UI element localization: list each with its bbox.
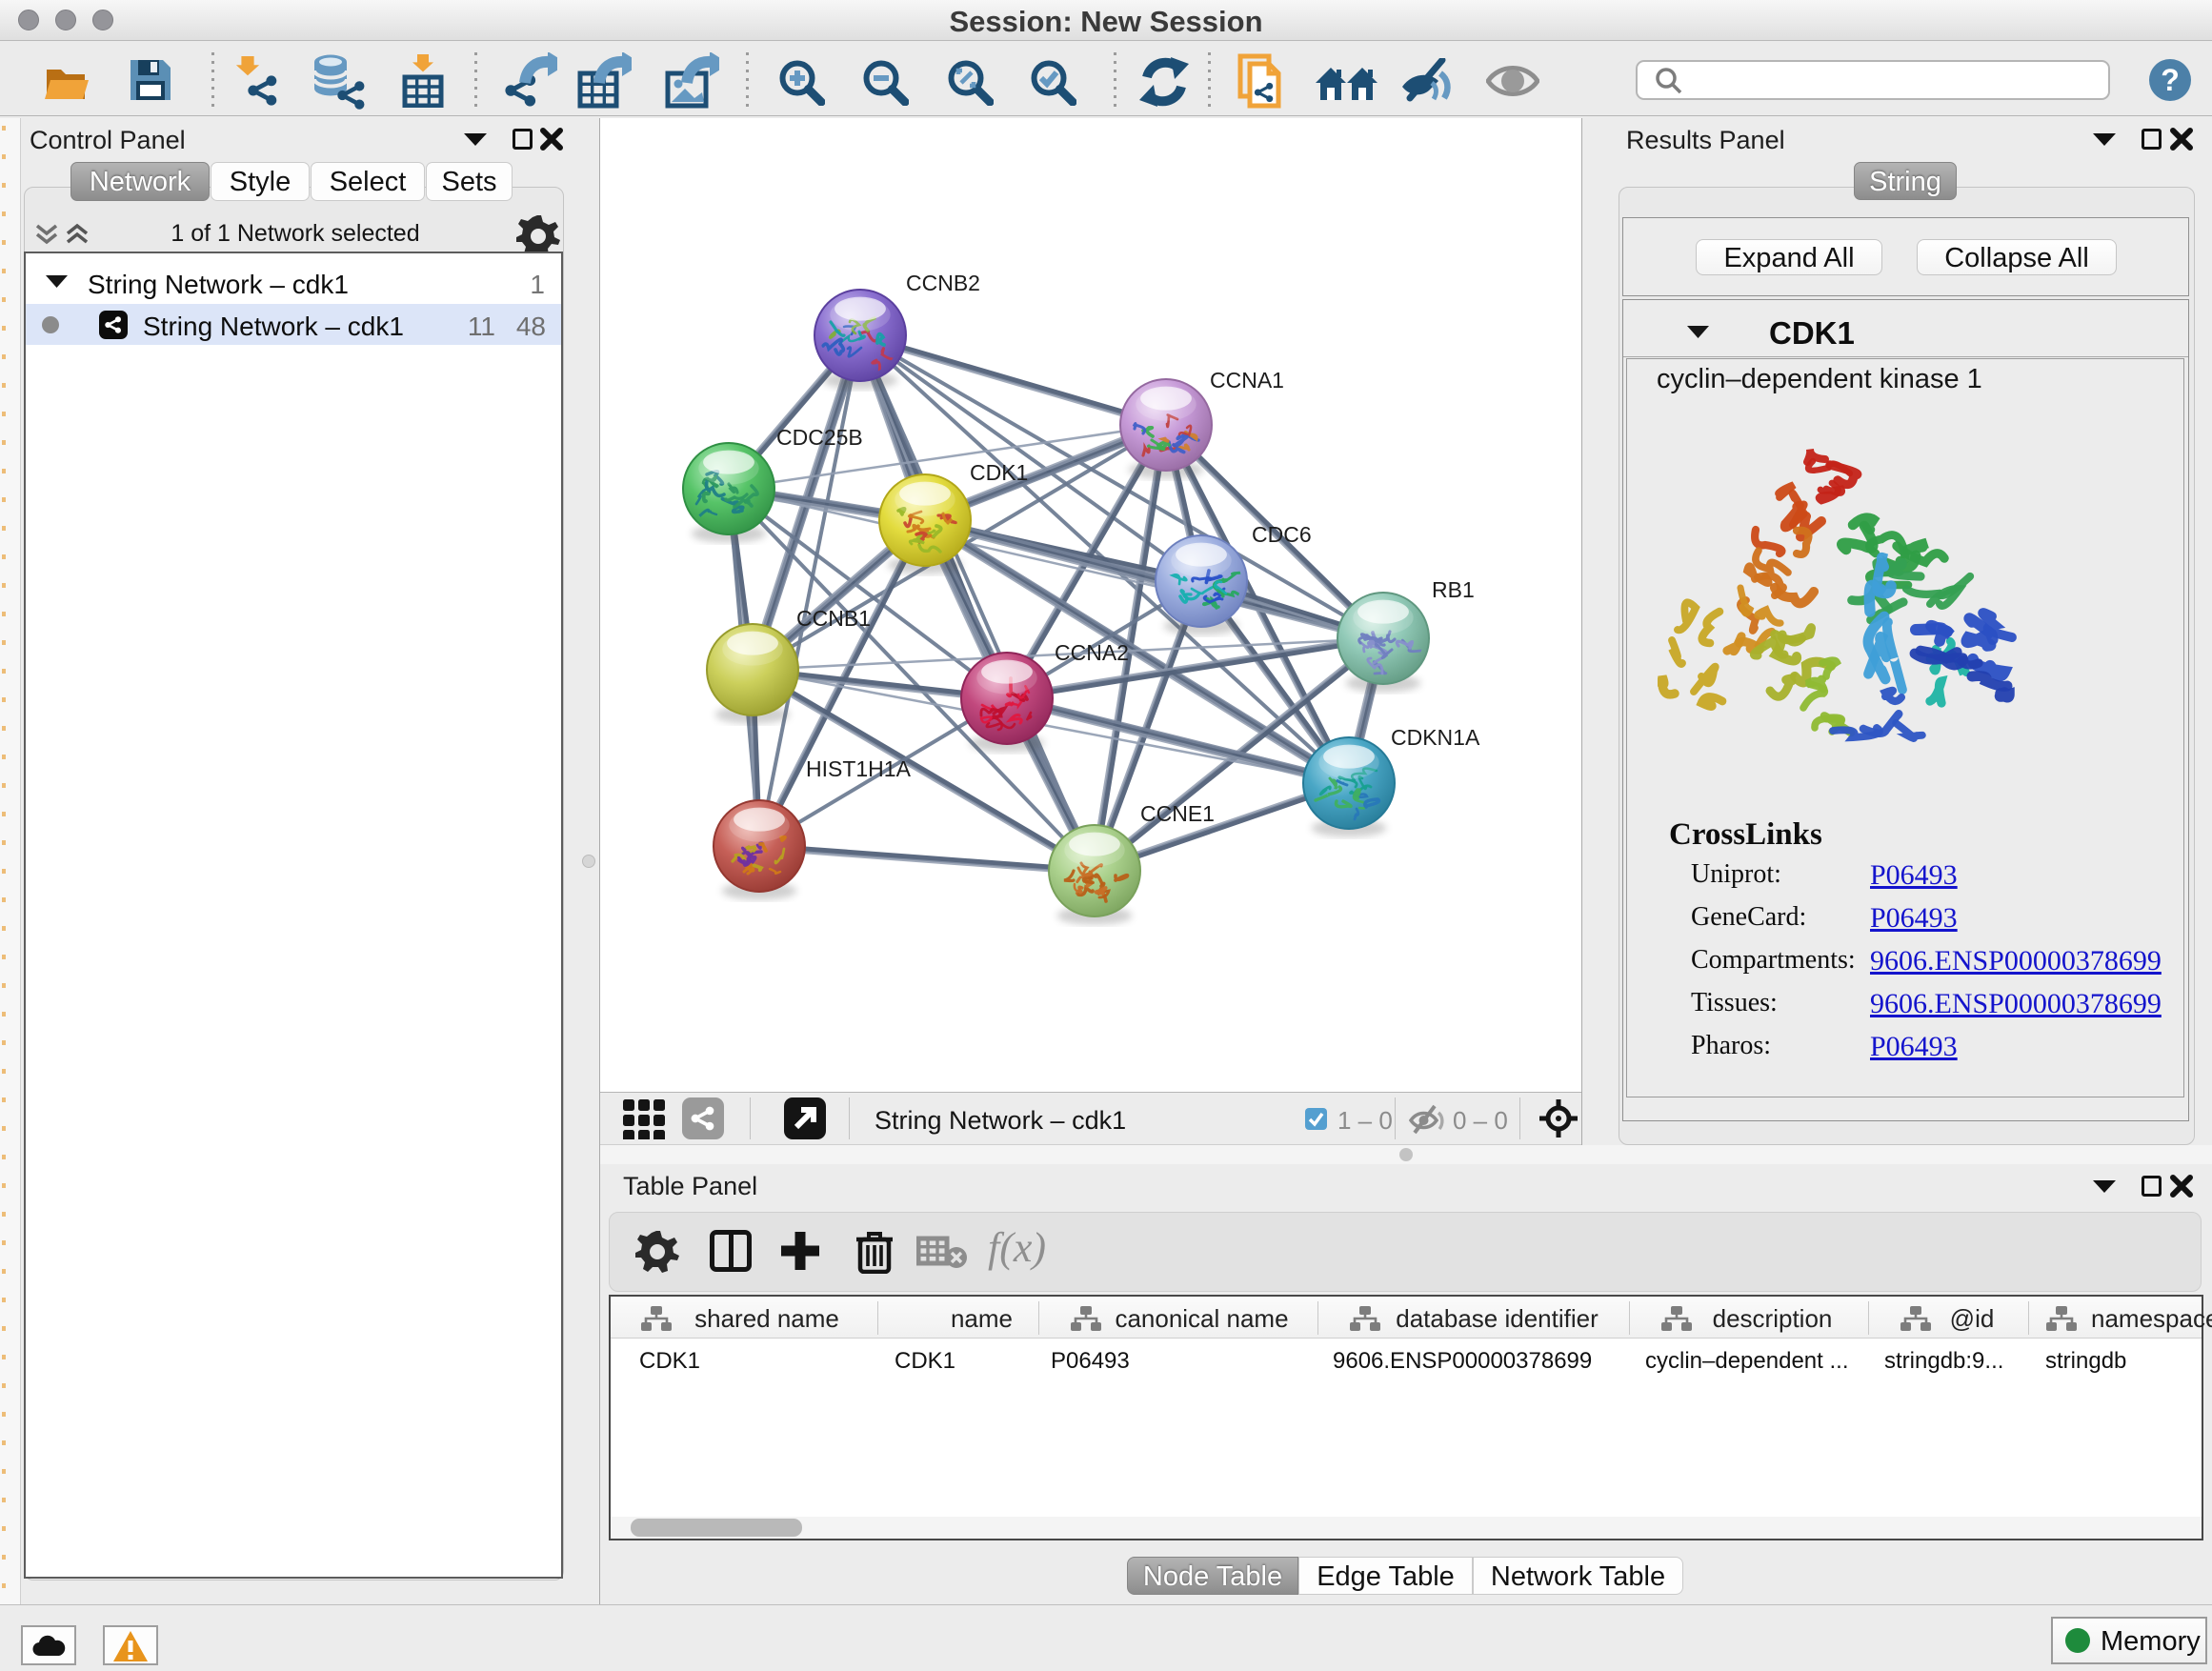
svg-text:HIST1H1A: HIST1H1A [806, 756, 912, 781]
svg-text:CCNB1: CCNB1 [796, 606, 871, 631]
svg-text:CCNA2: CCNA2 [1055, 640, 1129, 665]
svg-text:CCNB2: CCNB2 [906, 271, 980, 295]
svg-text:CDC6: CDC6 [1252, 522, 1312, 547]
svg-text:CDC25B: CDC25B [776, 425, 863, 450]
svg-text:CDKN1A: CDKN1A [1391, 725, 1480, 750]
svg-text:CDK1: CDK1 [970, 460, 1028, 485]
svg-text:RB1: RB1 [1432, 577, 1475, 602]
svg-text:CCNA1: CCNA1 [1210, 368, 1284, 393]
svg-text:CCNE1: CCNE1 [1140, 801, 1215, 826]
